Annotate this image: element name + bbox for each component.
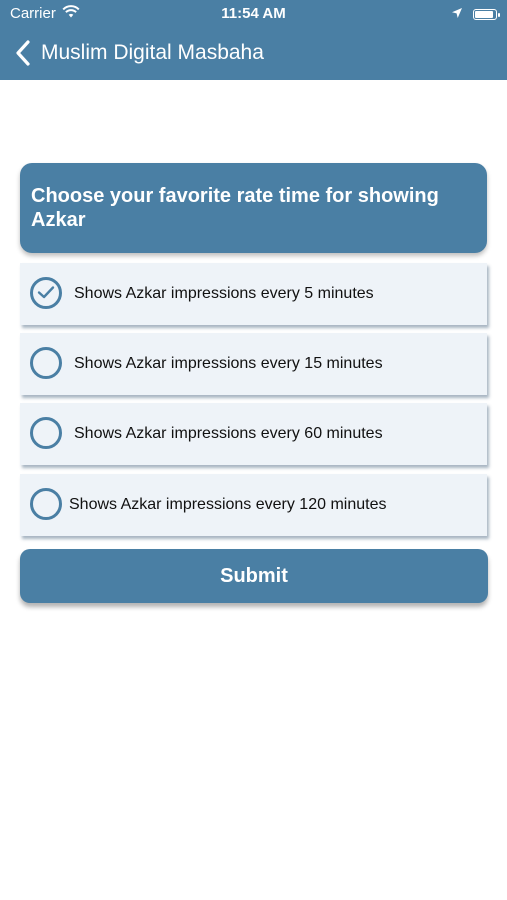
radio-unchecked-icon[interactable] — [30, 347, 62, 379]
option-5-minutes[interactable]: Shows Azkar impressions every 5 minutes — [20, 263, 487, 325]
radio-checked-icon[interactable] — [30, 277, 62, 309]
status-indicators — [451, 6, 500, 23]
navigation-bar: Muslim Digital Masbaha — [0, 28, 507, 80]
option-label: Shows Azkar impressions every 60 minutes — [74, 425, 383, 442]
page-title: Muslim Digital Masbaha — [41, 41, 264, 64]
radio-unchecked-icon[interactable] — [30, 417, 62, 449]
option-60-minutes[interactable]: Shows Azkar impressions every 60 minutes — [20, 403, 487, 465]
battery-icon — [473, 9, 500, 20]
option-15-minutes[interactable]: Shows Azkar impressions every 15 minutes — [20, 333, 487, 395]
app-header: Carrier 11:54 AM Muslim Digital Masbaha — [0, 0, 507, 80]
location-arrow-icon — [451, 6, 463, 23]
option-label: Shows Azkar impressions every 5 minutes — [74, 285, 374, 302]
submit-button[interactable]: Submit — [20, 549, 488, 603]
option-label: Shows Azkar impressions every 15 minutes — [74, 355, 383, 372]
option-label: Shows Azkar impressions every 120 minute… — [69, 496, 387, 513]
option-120-minutes[interactable]: Shows Azkar impressions every 120 minute… — [20, 474, 487, 536]
radio-unchecked-icon[interactable] — [30, 488, 62, 520]
status-bar: Carrier 11:54 AM — [0, 0, 507, 28]
status-time: 11:54 AM — [221, 5, 286, 22]
question-card: Choose your favorite rate time for showi… — [20, 163, 487, 253]
back-chevron-icon[interactable] — [14, 40, 32, 66]
